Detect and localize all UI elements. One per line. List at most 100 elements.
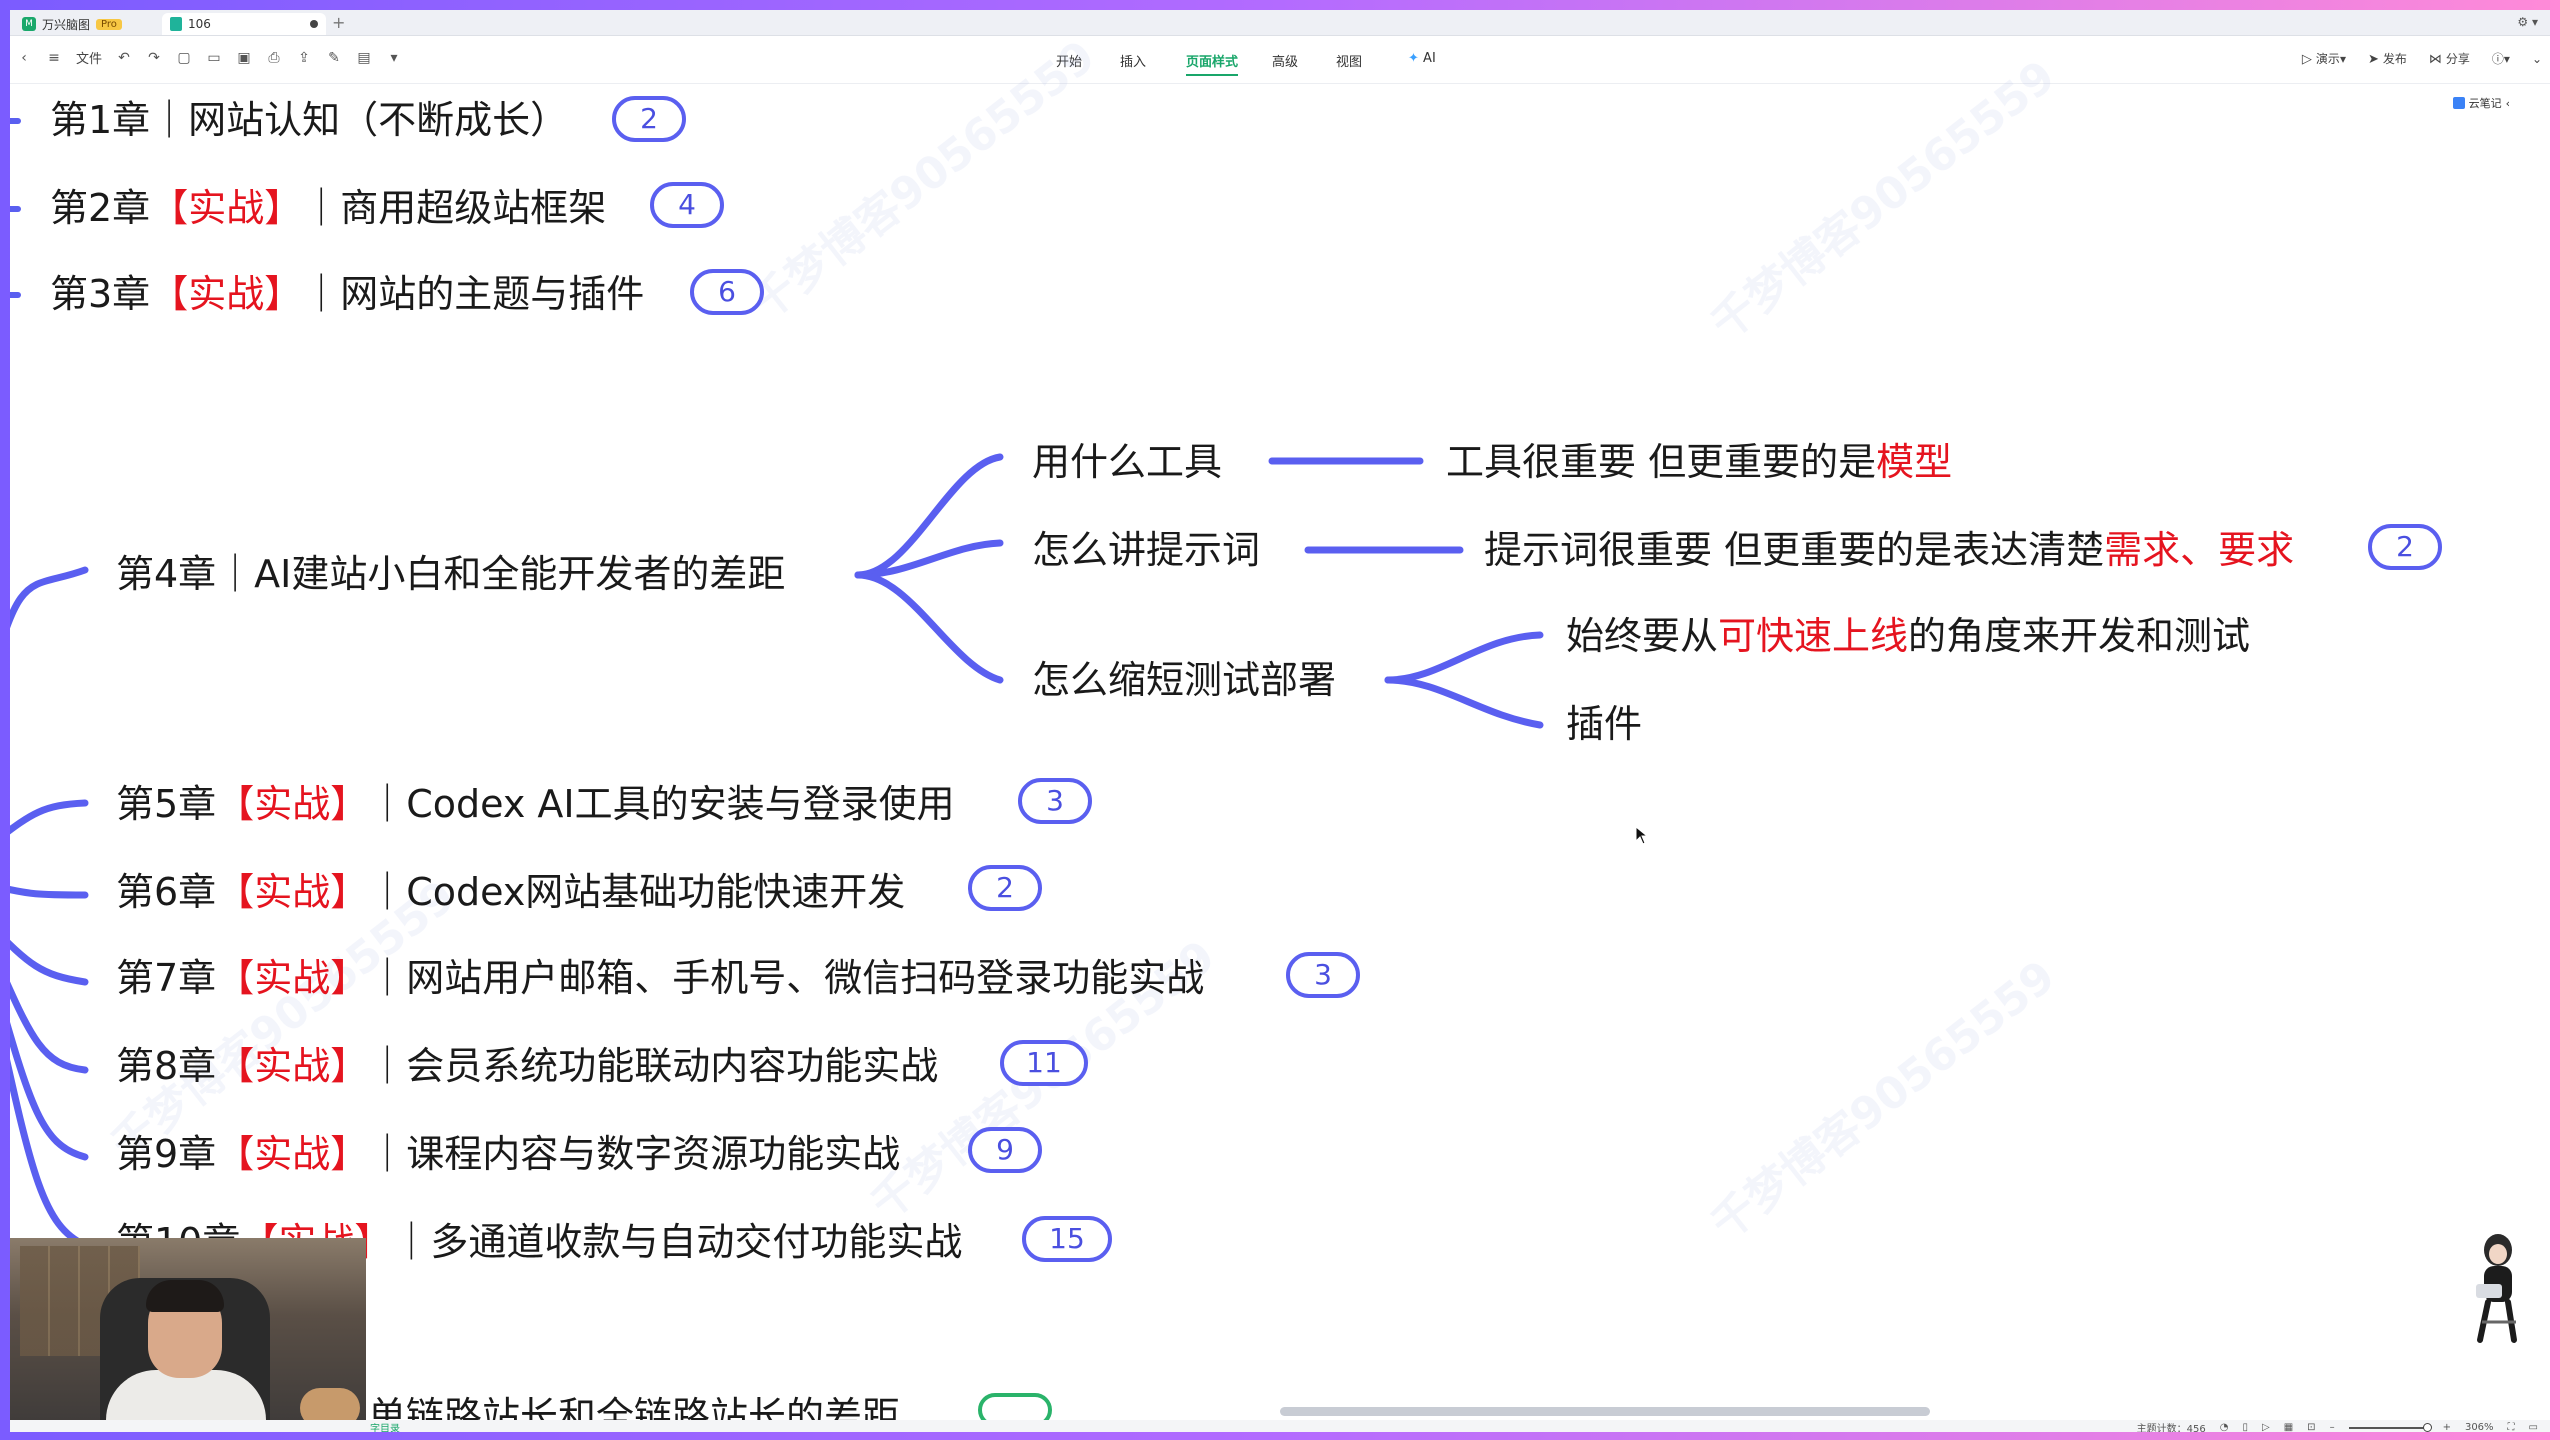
topic-chapter-6[interactable]: 第6章【实战】｜Codex网站基础功能快速开发 [116,873,905,911]
app-tab[interactable]: M 万兴脑图 Pro [14,13,164,35]
window-controls[interactable]: ⚙ ▾ [2517,15,2538,29]
open-folder-icon[interactable]: ▭ [206,50,222,66]
fullscreen-icon[interactable]: ⛶ [2508,1422,2515,1432]
chapter-7-tag: 【实战】 [216,956,369,1000]
child-count-badge[interactable]: 6 [690,269,764,315]
topic-chapter-8[interactable]: 第8章【实战】｜会员系统功能联动内容功能实战 [116,1047,938,1085]
document-icon [170,17,182,31]
detail-deploy-plugin[interactable]: 插件 [1566,705,1642,743]
subtopic-tools[interactable]: 用什么工具 [1032,443,1222,481]
cloud-note-label: 云笔记 [2468,97,2502,110]
child-count-badge[interactable]: 2 [968,865,1042,911]
chapter-1-label: 第1章｜网站认知（不断成长） [50,98,569,142]
chapter-8-title: ｜会员系统功能联动内容功能实战 [368,1044,939,1088]
mind-map-app: M 万兴脑图 Pro 106 + ⚙ ▾ ‹ ≡ 文件 ↶ ↷ ▢ ▭ ▣ ⎙ … [10,10,2550,1432]
child-count-badge[interactable]: 15 [1022,1216,1112,1262]
more-chevron-icon[interactable]: ▾ [386,50,402,66]
document-tab[interactable]: 106 [162,13,326,35]
layout-icon[interactable]: ▭ [2529,1422,2538,1432]
zoom-slider[interactable] [2348,1422,2432,1432]
template-icon[interactable]: ▤ [356,50,372,66]
topic-chapter-4[interactable]: 第4章｜AI建站小白和全能开发者的差距 [116,555,785,593]
detail-tools[interactable]: 工具很重要 但更重要的是模型 [1446,443,1952,481]
topic-chapter-2[interactable]: 第2章【实战】｜商用超级站框架 [50,189,606,227]
child-count-badge[interactable]: 3 [1018,778,1092,824]
chapter-5-title: ｜Codex AI工具的安装与登录使用 [368,782,955,826]
new-file-icon[interactable]: ▢ [176,50,192,66]
save-icon[interactable]: ▣ [236,50,252,66]
child-count-badge[interactable]: 4 [650,182,724,228]
mascot-avatar-icon[interactable] [2462,1232,2532,1352]
topic-count: 主题计数：456 [2136,1424,2206,1432]
back-icon[interactable]: ‹ [16,50,32,66]
print-icon[interactable]: ⎙ [266,50,282,66]
subtopic-deploy[interactable]: 怎么缩短测试部署 [1032,661,1336,699]
present-button[interactable]: ▷ 演示▾ [2302,50,2346,67]
menu-ai[interactable]: ✦ AI [1408,51,1436,66]
publish-button[interactable]: ➤ 发布 [2368,50,2407,67]
play-icon[interactable]: ▷ [2262,1422,2270,1432]
topic-chapter-5[interactable]: 第5章【实战】｜Codex AI工具的安装与登录使用 [116,785,955,823]
deploy-branch-sub2 [1384,676,1544,729]
redo-icon[interactable]: ↷ [146,50,162,66]
publish-label: 发布 [2382,52,2407,66]
subtopic-prompt[interactable]: 怎么讲提示词 [1032,531,1260,569]
document-tab-label: 106 [188,17,211,31]
collapse-chevron-icon[interactable]: ⌄ [2532,52,2542,66]
undo-icon[interactable]: ↶ [116,50,132,66]
menu-icon[interactable]: ≡ [46,50,62,66]
root-branch-ch5 [10,799,89,835]
mind-map-canvas[interactable]: 千梦博客90565559 千梦博客90565559 千梦博客90565559 千… [10,31,2550,1432]
child-count-badge[interactable]: 11 [1000,1040,1088,1086]
topic-chapter-1[interactable]: 第1章｜网站认知（不断成长） [50,101,568,139]
chapter-6-tag: 【实战】 [216,870,369,914]
fit-icon[interactable]: ⊡ [2307,1422,2315,1432]
root-branch-ch10 [10,1059,89,1249]
outline-toggle[interactable]: 字目录 [370,1420,400,1432]
zoom-in-button[interactable]: + [2443,1422,2451,1432]
menu-view[interactable]: 视图 [1336,51,1362,70]
unsaved-dot-icon[interactable] [310,20,318,28]
chapter-3-tag: 【实战】 [150,272,303,316]
detail-prompt[interactable]: 提示词很重要 但更重要的是表达清楚需求、要求 [1484,531,2294,569]
chapter-6-title: ｜Codex网站基础功能快速开发 [368,870,906,914]
help-icon[interactable]: ⓘ▾ [2492,50,2510,67]
main-toolbar: ‹ ≡ 文件 ↶ ↷ ▢ ▭ ▣ ⎙ ⇪ ✎ ▤ ▾ 开始 插入 页面样式 高级… [10,36,2550,84]
topic-chapter-7[interactable]: 第7章【实战】｜网站用户邮箱、手机号、微信扫码登录功能实战 [116,959,1204,997]
menu-page-style[interactable]: 页面样式 [1186,51,1239,76]
chapter-8-number: 第8章 [116,1044,217,1088]
child-count-badge[interactable]: 2 [2368,524,2442,570]
chapter-5-number: 第5章 [116,782,217,826]
menu-advanced[interactable]: 高级 [1272,51,1298,70]
share-button[interactable]: ⋈ 分享 [2429,50,2470,67]
child-count-badge[interactable]: 9 [968,1127,1042,1173]
book-icon[interactable]: ▯ [2243,1422,2249,1432]
chapter-6-number: 第6章 [116,870,217,914]
ai-sparkle-icon: ✦ [1408,51,1419,66]
detail-deploy-online[interactable]: 始终要从可快速上线的角度来开发和测试 [1566,617,2250,655]
play-icon: ▷ [2301,52,2312,67]
cloud-note-button[interactable]: 云笔记 ‹ [2452,95,2510,111]
chapter-9-title: ｜课程内容与数字资源功能实战 [368,1132,901,1176]
format-painter-icon[interactable]: ✎ [326,50,342,66]
menu-start[interactable]: 开始 [1056,51,1082,70]
menu-insert[interactable]: 插入 [1120,51,1146,70]
export-icon[interactable]: ⇪ [296,50,312,66]
zoom-out-button[interactable]: – [2330,1422,2335,1432]
grid-icon[interactable]: ▦ [2284,1422,2293,1432]
file-menu[interactable]: 文件 [76,48,102,67]
share-icon: ⋈ [2428,52,2442,67]
zoom-level[interactable]: 306% [2465,1422,2494,1432]
new-tab-button[interactable]: + [332,13,345,32]
topic-chapter-9[interactable]: 第9章【实战】｜课程内容与数字资源功能实战 [116,1135,900,1173]
root-branch-ch8 [10,981,89,1074]
horizontal-scrollbar[interactable] [1280,1407,1930,1416]
topic-chapter-3[interactable]: 第3章【实战】｜网站的主题与插件 [50,275,644,313]
child-count-badge[interactable]: 2 [612,96,686,142]
chapter-5-tag: 【实战】 [216,782,369,826]
deploy-branch-sub1 [1384,631,1544,684]
lock-icon[interactable]: ◔ [2220,1422,2229,1432]
child-count-badge[interactable]: 3 [1286,952,1360,998]
cloud-note-icon [2452,97,2465,109]
zoom-slider-knob[interactable] [2422,1422,2432,1432]
